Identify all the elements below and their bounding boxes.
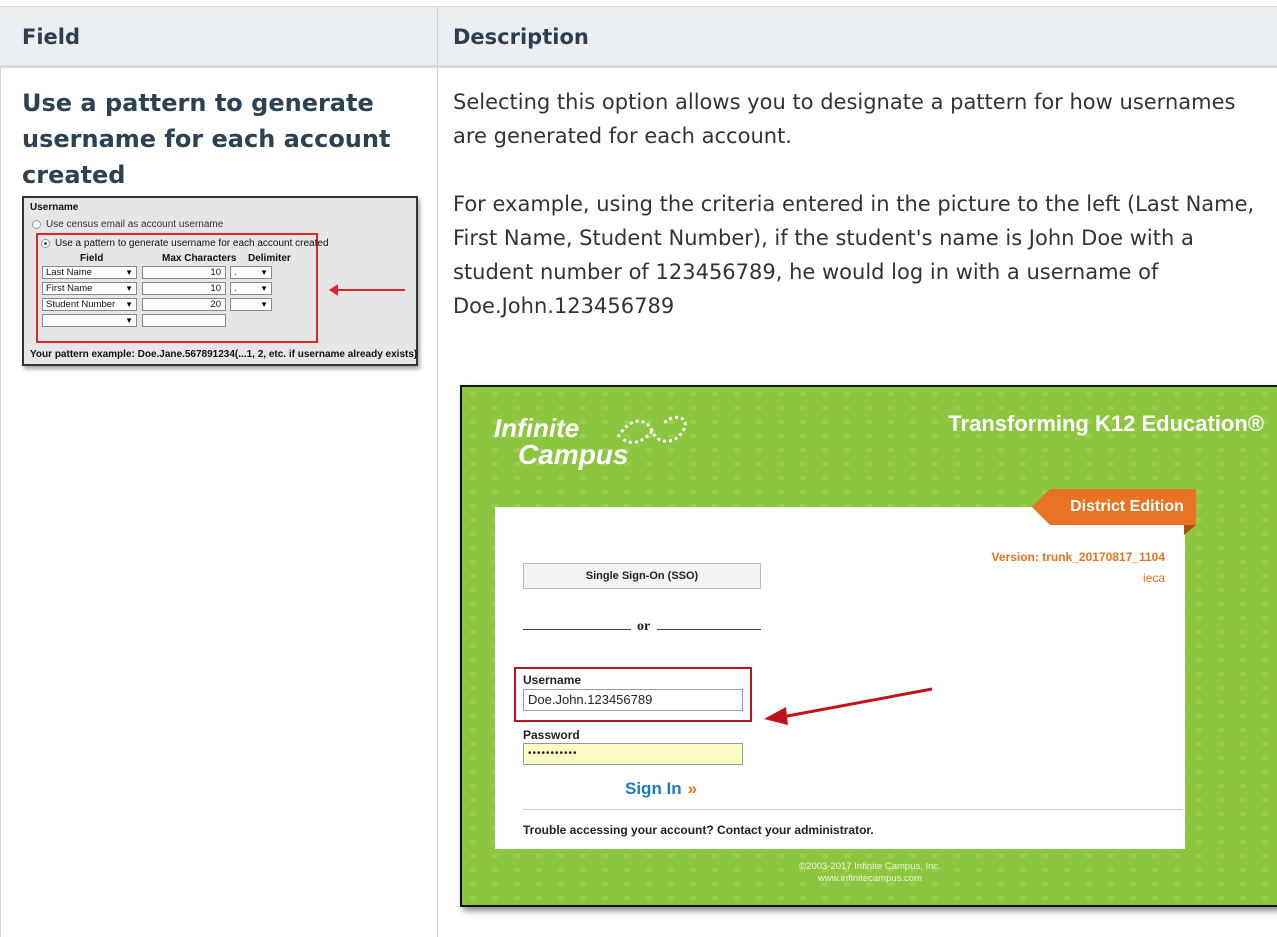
- login-panel: Version: trunk_20170817_1104 ieca Single…: [495, 507, 1185, 849]
- census-email-option-label: Use census email as account username: [46, 219, 224, 230]
- website-link[interactable]: www.infinitecampus.com: [462, 873, 1277, 884]
- description-paragraph-1: Selecting this option allows you to desi…: [453, 90, 1236, 148]
- sign-in-label: Sign In: [625, 779, 682, 798]
- divider-line: [657, 629, 761, 630]
- dropdown-arrow-icon: ▼: [125, 284, 133, 293]
- dropdown-arrow-icon: ▼: [125, 316, 133, 325]
- sign-in-button[interactable]: Sign In »: [625, 779, 697, 799]
- pattern-field-select[interactable]: ▼: [42, 314, 137, 327]
- column-divider: [437, 6, 438, 937]
- copyright-text: ©2003-2017 Infinite Campus, Inc.: [799, 861, 941, 872]
- dropdown-arrow-icon: ▼: [260, 300, 268, 309]
- red-arrow-icon: [329, 284, 405, 296]
- tagline: Transforming K12 Education®: [948, 411, 1264, 436]
- table-header-row: Field Description: [0, 6, 1277, 68]
- username-field[interactable]: Doe.John.123456789: [523, 689, 743, 711]
- or-text: or: [637, 619, 651, 634]
- pattern-field-select[interactable]: First Name ▼: [42, 282, 137, 295]
- username-label: Username: [523, 673, 582, 687]
- dropdown-arrow-icon: ▼: [260, 268, 268, 277]
- infinity-logo-icon: [616, 415, 687, 444]
- password-field[interactable]: •••••••••••: [523, 743, 743, 765]
- login-screenshot: Infinite Campus Transforming K12 Educati…: [460, 385, 1277, 907]
- max-characters-input[interactable]: 10: [142, 282, 226, 295]
- trouble-access-text: Trouble accessing your account? Contact …: [523, 823, 874, 837]
- column-header-description: Description: [453, 25, 589, 49]
- double-chevron-right-icon: »: [687, 779, 698, 798]
- max-characters-column-label: Max Characters: [162, 253, 237, 264]
- delimiter-select[interactable]: . ▼: [230, 266, 272, 279]
- delimiter-column-label: Delimiter: [248, 253, 291, 264]
- username-section-label: Username: [30, 202, 79, 213]
- field-title: Use a pattern to generate username for e…: [22, 89, 391, 189]
- max-characters-input[interactable]: [142, 314, 226, 327]
- column-header-field: Field: [22, 25, 81, 49]
- pattern-example-text: Your pattern example: Doe.Jane.567891234…: [30, 349, 418, 360]
- field-column-label: Field: [80, 253, 104, 264]
- pattern-option-label: Use a pattern to generate username for e…: [55, 238, 329, 249]
- sso-button[interactable]: Single Sign-On (SSO): [523, 563, 761, 589]
- dropdown-arrow-icon: ▼: [125, 300, 133, 309]
- app-name-text: ieca: [1142, 571, 1165, 585]
- divider-line: [523, 629, 631, 630]
- delimiter-select[interactable]: . ▼: [230, 282, 272, 295]
- pattern-radio[interactable]: [41, 239, 50, 248]
- red-arrow-icon: [764, 687, 933, 725]
- edition-ribbon: District Edition: [1032, 489, 1196, 535]
- version-text: Version: trunk_20170817_1104: [991, 550, 1165, 564]
- password-label: Password: [523, 728, 580, 742]
- table-left-border: [0, 68, 1, 937]
- divider-line: [523, 809, 1183, 810]
- pattern-field-select[interactable]: Student Number ▼: [42, 298, 137, 311]
- max-characters-input[interactable]: 10: [142, 266, 226, 279]
- dropdown-arrow-icon: ▼: [125, 268, 133, 277]
- census-email-radio[interactable]: [32, 220, 41, 229]
- username-pattern-screenshot: Username Use census email as account use…: [22, 196, 418, 366]
- delimiter-select[interactable]: ▼: [230, 298, 272, 311]
- max-characters-input[interactable]: 20: [142, 298, 226, 311]
- description-paragraph-2: For example, using the criteria entered …: [453, 192, 1255, 318]
- dropdown-arrow-icon: ▼: [260, 284, 268, 293]
- pattern-field-select[interactable]: Last Name ▼: [42, 266, 137, 279]
